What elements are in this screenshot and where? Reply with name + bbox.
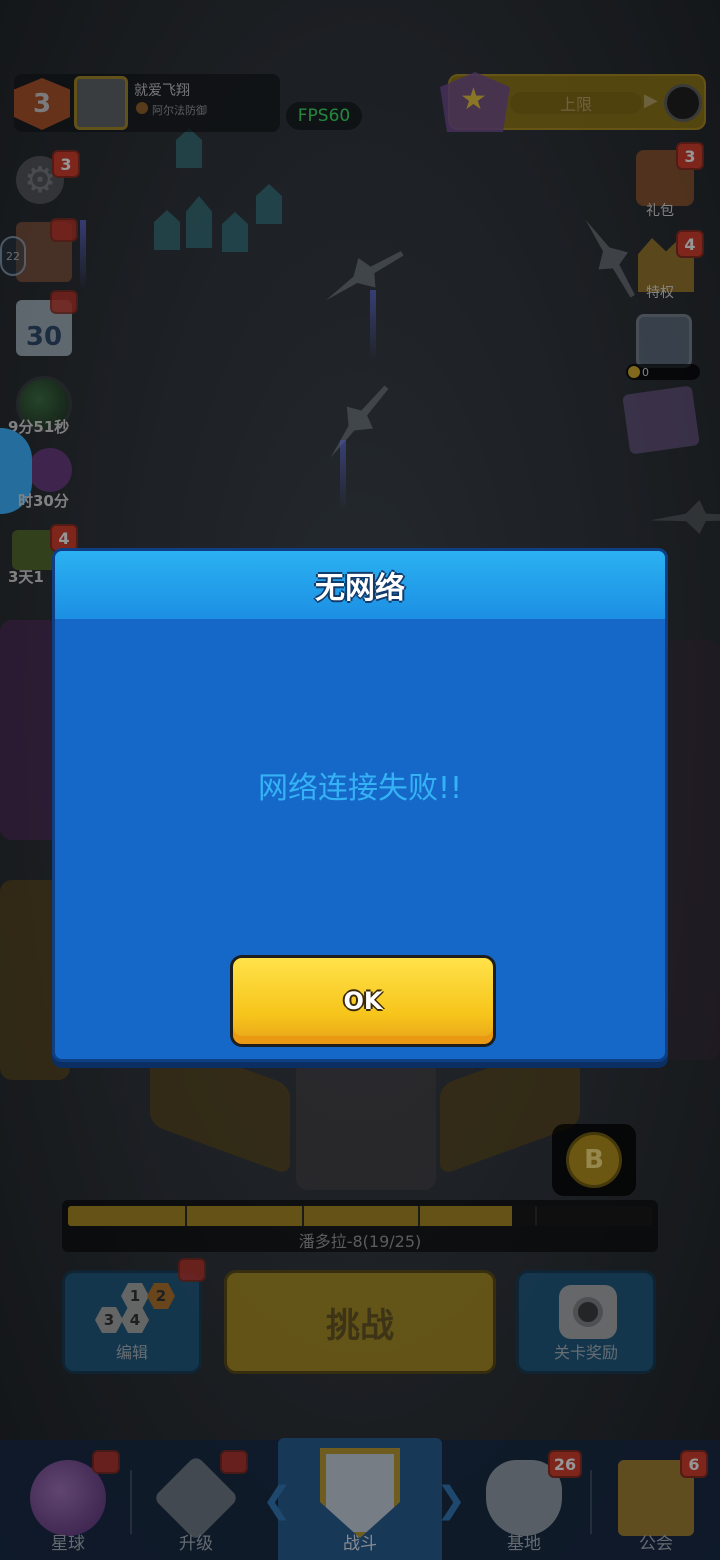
dialog-message: 网络连接失败!! bbox=[257, 771, 463, 806]
dialog-title: 无网络 bbox=[315, 571, 405, 606]
dialog-header: 无网络 bbox=[55, 551, 665, 619]
ok-button[interactable]: OK bbox=[230, 955, 496, 1047]
no-network-dialog: 无网络 网络连接失败!! OK bbox=[52, 548, 668, 1062]
